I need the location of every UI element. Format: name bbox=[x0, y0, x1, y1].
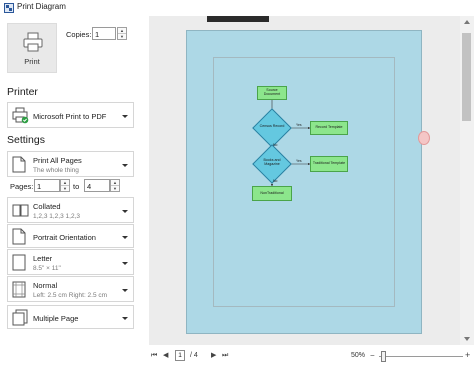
preview-toolbar: ⏮ ◀ 1 / 4 ▶ ⏭ 50% − + bbox=[149, 345, 474, 368]
current-page-input[interactable]: 1 bbox=[175, 350, 185, 361]
previous-page-icon[interactable]: ◀ bbox=[163, 351, 168, 361]
diagram-connectors bbox=[270, 100, 311, 187]
zoom-out-icon[interactable]: − bbox=[370, 351, 375, 361]
edge-label-yes: Yes bbox=[296, 159, 302, 163]
zoom-level: 50% bbox=[351, 352, 366, 359]
zoom-slider-track[interactable] bbox=[379, 356, 463, 357]
edge-label-no: No bbox=[273, 143, 278, 147]
node-source-document: Source Document bbox=[257, 86, 287, 100]
node-books-magazine-label: Books and Magazine bbox=[263, 158, 281, 166]
node-record-template: Record Template bbox=[310, 121, 348, 135]
edge-label-yes: Yes bbox=[296, 123, 302, 127]
node-census-record-label: Census Record bbox=[259, 124, 285, 128]
last-page-icon[interactable]: ⏭ bbox=[222, 351, 228, 361]
edge-label-no: No bbox=[273, 179, 278, 183]
node-traditional-template: Traditional Template bbox=[310, 156, 348, 172]
next-page-icon[interactable]: ▶ bbox=[211, 351, 216, 361]
page-count: / 4 bbox=[190, 352, 198, 359]
node-non-traditional: NonTraditional bbox=[252, 186, 292, 201]
zoom-in-icon[interactable]: + bbox=[465, 350, 470, 360]
first-page-icon[interactable]: ⏮ bbox=[151, 351, 157, 361]
zoom-slider-thumb[interactable] bbox=[381, 351, 386, 362]
